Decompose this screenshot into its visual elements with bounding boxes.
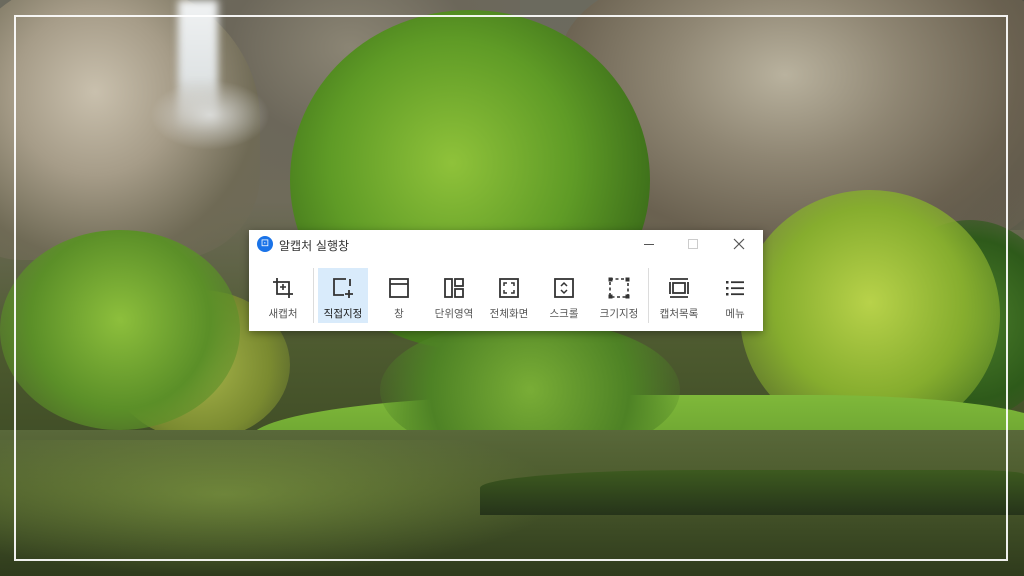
maximize-button[interactable] <box>671 230 715 258</box>
fixed-size-label: 크기지정 <box>599 308 639 320</box>
capture-list-button[interactable]: 캡처목록 <box>654 268 704 323</box>
alcapture-app-icon: ⊡ <box>257 236 273 252</box>
capture-list-icon <box>669 278 689 298</box>
scroll-capture-label: 스크롤 <box>549 308 579 320</box>
fixed-size-icon <box>608 277 630 299</box>
title-bar[interactable]: ⊡ 알캡처 실행창 <box>249 230 763 258</box>
unit-region-button[interactable]: 단위영역 <box>429 268 479 323</box>
menu-icon <box>726 281 744 296</box>
new-capture-label: 새캡처 <box>268 308 298 320</box>
fullscreen-icon <box>499 278 519 298</box>
minimize-icon <box>644 244 654 245</box>
window-capture-label: 창 <box>394 308 404 320</box>
window-icon <box>389 278 409 298</box>
window-capture-button[interactable]: 창 <box>374 268 424 323</box>
close-button[interactable] <box>717 230 761 258</box>
fullscreen-label: 전체화면 <box>489 308 529 320</box>
scroll-capture-button[interactable]: 스크롤 <box>539 268 589 323</box>
unit-region-label: 단위영역 <box>434 308 474 320</box>
close-icon <box>733 238 745 250</box>
menu-button[interactable]: 메뉴 <box>710 268 760 323</box>
crop-icon <box>273 278 293 298</box>
window-title: 알캡처 실행창 <box>279 239 350 253</box>
toolbar-separator <box>313 268 314 323</box>
select-region-icon <box>333 278 353 298</box>
capture-toolbar: 새캡처 직접지정 창 단위영역 전체화면 스크롤 크기지정 캡처목록 메뉴 <box>249 258 763 331</box>
unit-region-icon <box>444 278 464 298</box>
menu-label: 메뉴 <box>725 308 745 320</box>
fixed-size-button[interactable]: 크기지정 <box>594 268 644 323</box>
select-region-label: 직접지정 <box>323 308 363 320</box>
select-region-button[interactable]: 직접지정 <box>318 268 368 323</box>
scroll-icon <box>554 278 574 298</box>
toolbar-separator <box>648 268 649 323</box>
maximize-icon <box>688 239 698 249</box>
alcapture-launcher-window: ⊡ 알캡처 실행창 새캡처 직접지정 창 단위영역 전체화면 스크롤 크기지정 … <box>249 230 763 331</box>
fullscreen-button[interactable]: 전체화면 <box>484 268 534 323</box>
minimize-button[interactable] <box>627 230 671 258</box>
capture-list-label: 캡처목록 <box>659 308 699 320</box>
new-capture-button[interactable]: 새캡처 <box>258 268 308 323</box>
